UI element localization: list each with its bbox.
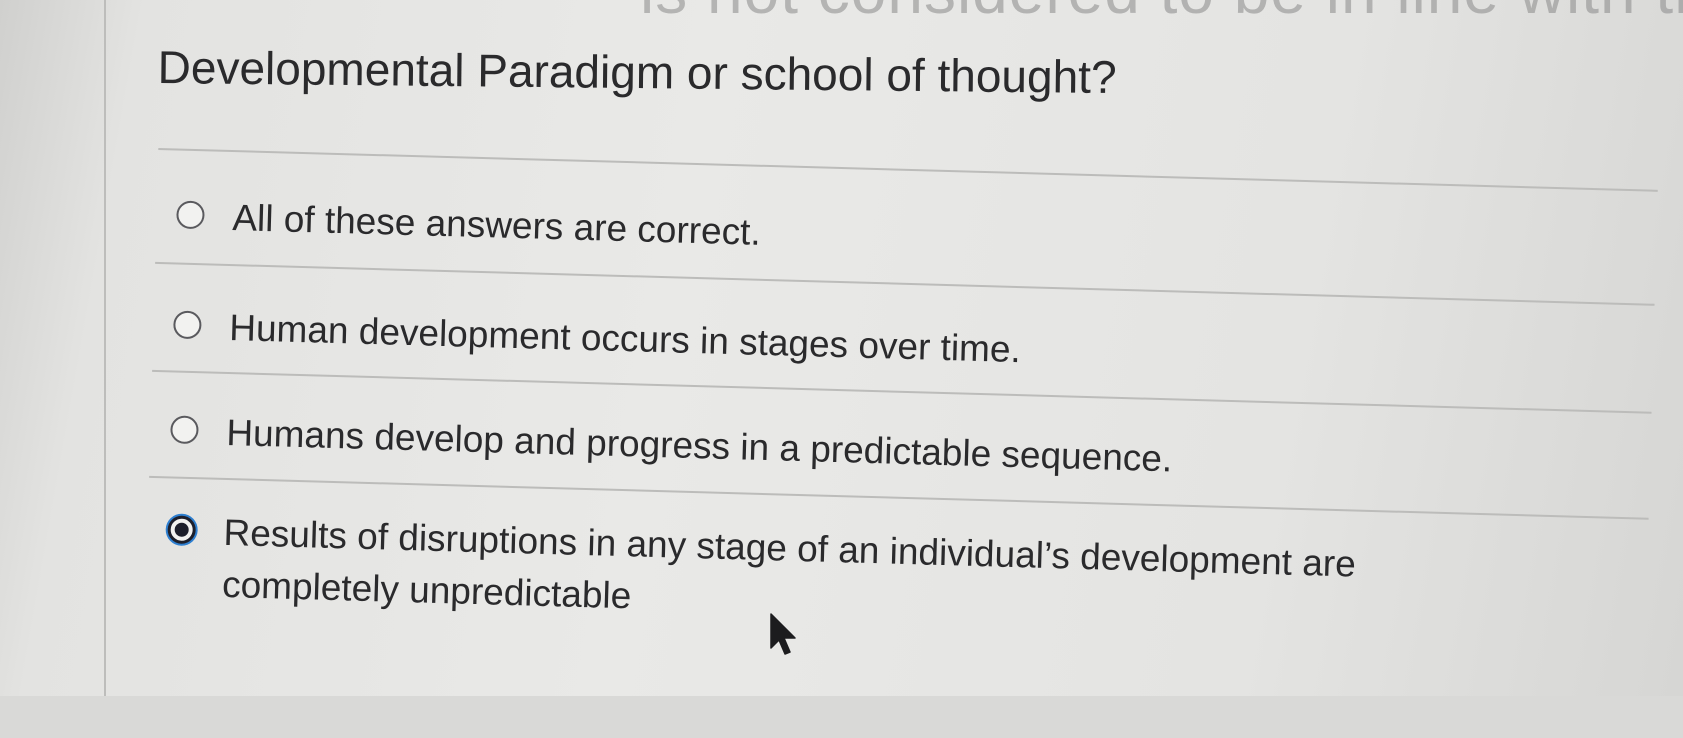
answer-option-1[interactable]: All of these answers are correct. [176,190,1533,280]
divider [158,147,1658,192]
answer-label: All of these answers are correct. [231,197,762,253]
radio-button-selected[interactable] [167,515,197,545]
answer-option-4[interactable]: Results of disruptions in any stage of a… [165,505,1523,647]
radio-button[interactable] [173,310,202,340]
mouse-pointer-arrow-icon [770,613,796,655]
radio-dot [174,522,189,537]
screen: is not considered to be in line with the… [0,0,1683,696]
answer-label: Humans develop and progress in a predict… [225,411,1173,480]
answer-label: Results of disruptions in any stage of a… [221,511,1357,617]
radio-button[interactable] [170,415,199,445]
answer-list: All of these answers are correct. Human … [0,0,1683,738]
radio-button[interactable] [176,200,205,230]
